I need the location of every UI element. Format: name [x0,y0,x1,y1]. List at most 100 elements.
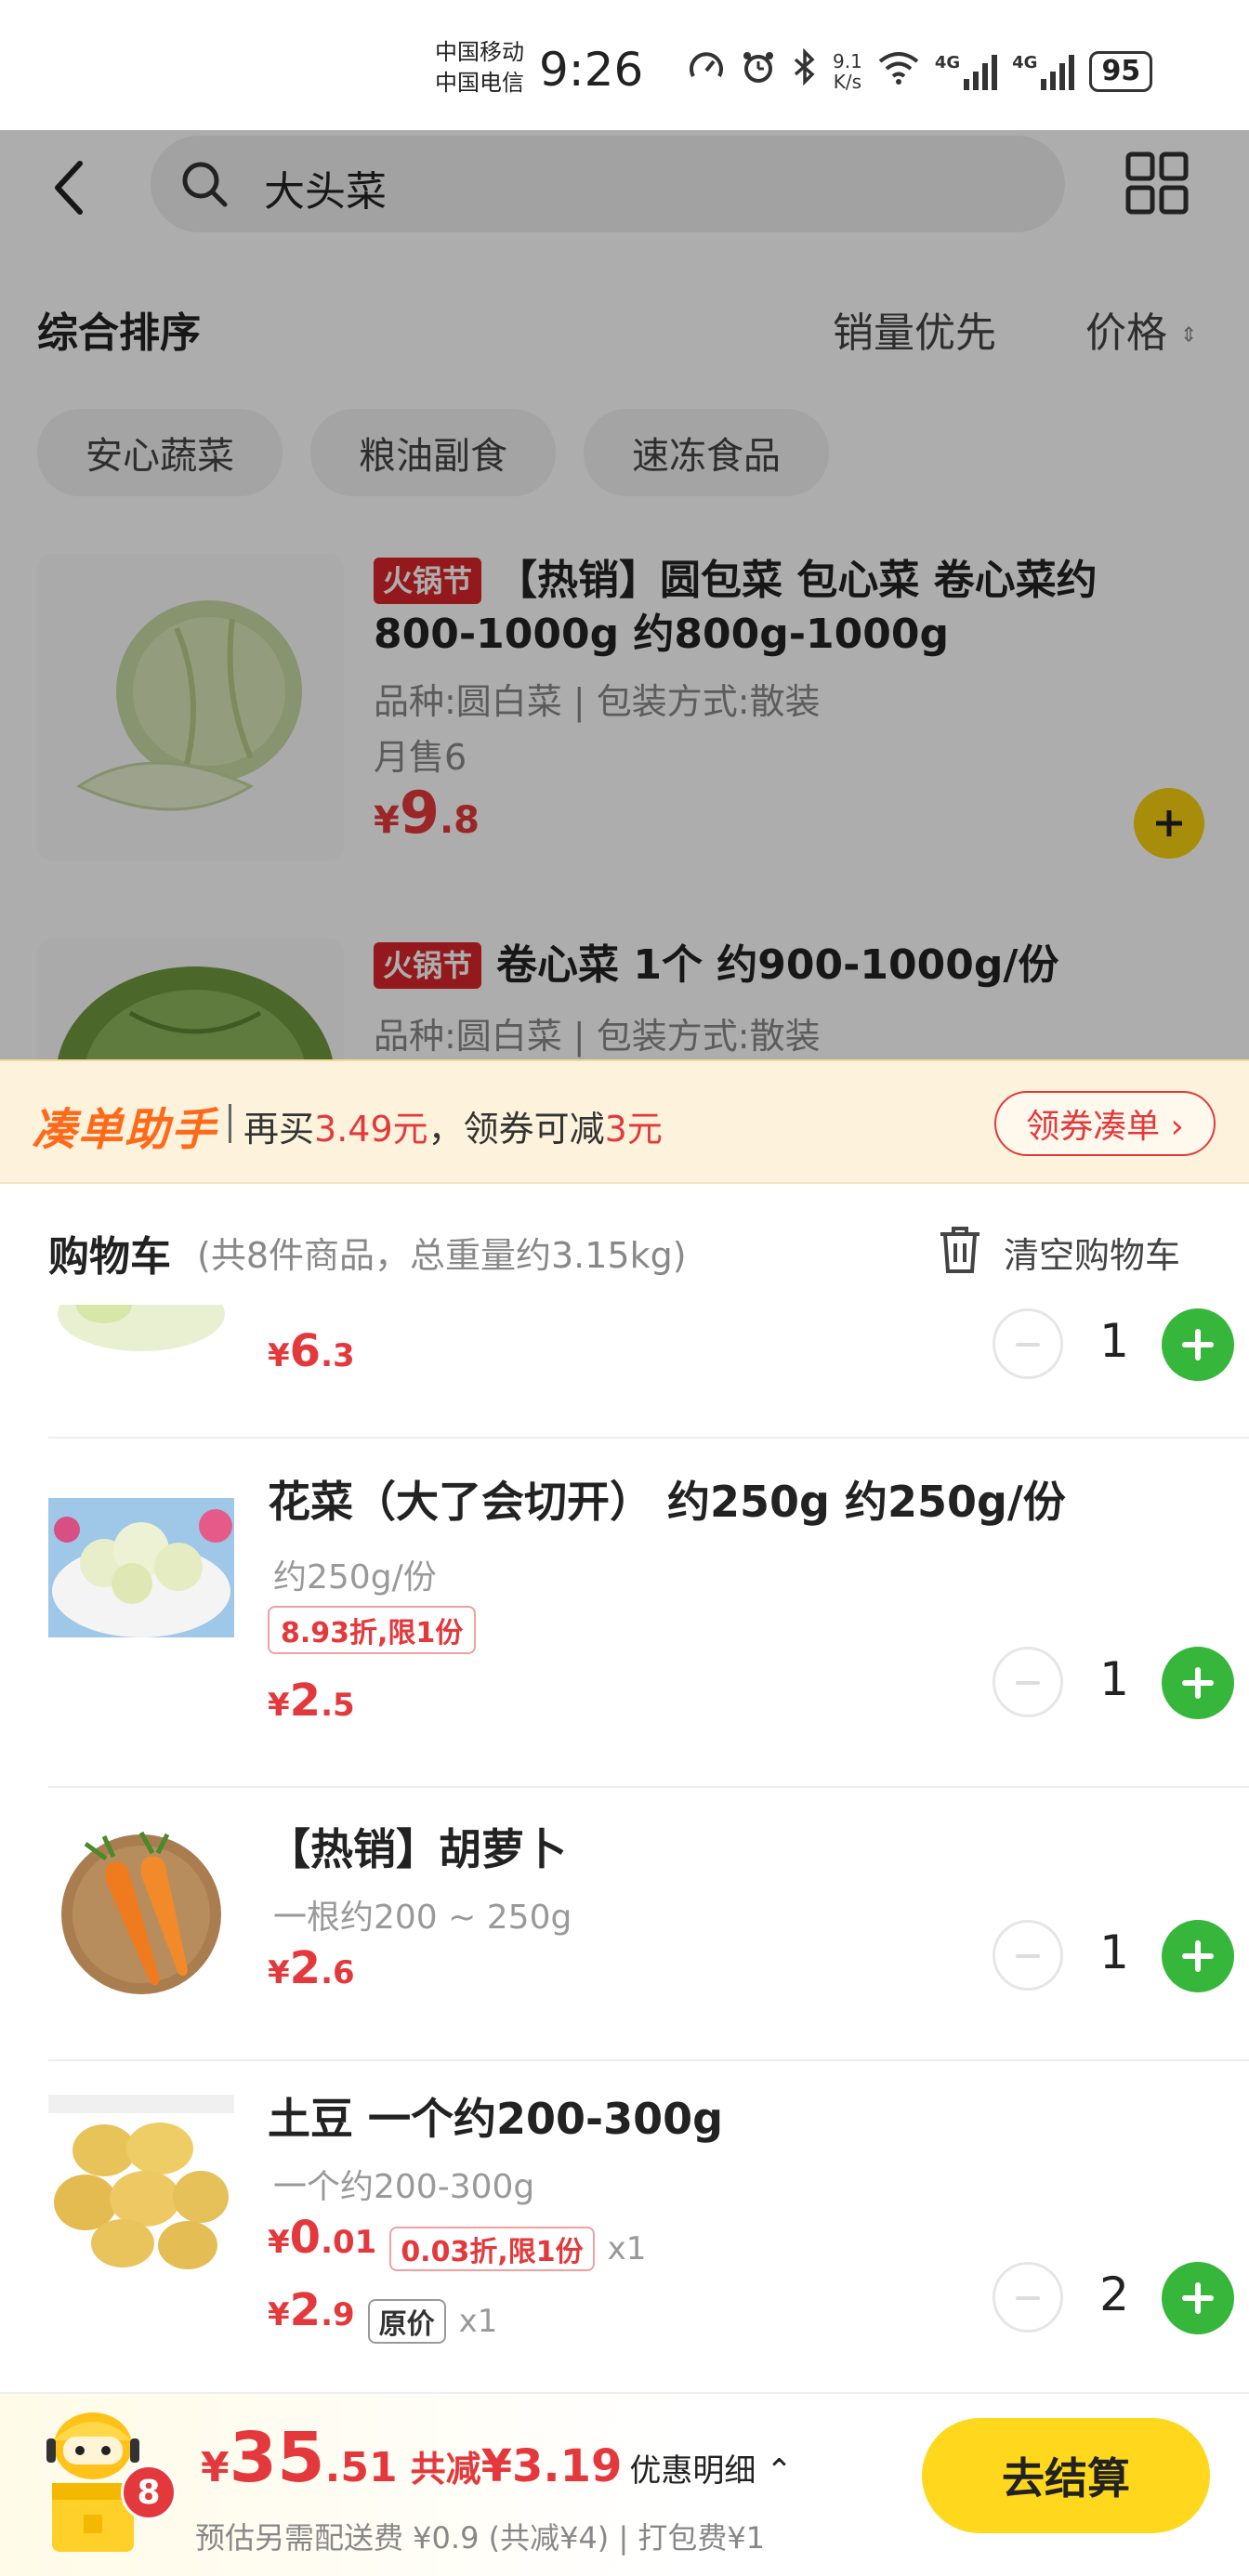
cart-item-original-price: ¥2.9 原价 x1 [268,2284,497,2344]
helper-text-b: ，领券可减 [427,1109,605,1150]
total-integer: 35 [229,2418,325,2498]
status-bar: 中国移动 中国电信 9:26 9.1 K/s 4G 4G 95 [0,0,1249,130]
cart-item-image[interactable] [48,1470,234,1656]
decrease-button[interactable] [993,1308,1063,1379]
cart-item: ¥6.3 1 [0,1305,1249,1422]
total-decimal: .51 [324,2444,398,2491]
savings-amount: ¥3.19 [480,2440,623,2492]
signal-label-2: 4G [1012,52,1038,72]
helper-text-a: 再买 [243,1109,315,1150]
cart-item-spec: 一个约200-300g [273,2168,535,2206]
cart-summary: (共8件商品，总重量约3.15kg) [197,1235,687,1276]
order-helper-banner: 凑单助手 再买3.49元，领券可减3元 领券凑单 › [0,1059,1249,1184]
checkout-bar: 8 ¥35.51 共减¥3.19 优惠明细 ⌃ 预估另需配送费 ¥0.9 (共减¥4… [0,2392,1249,2576]
cart-item-name: 花菜（大了会切开） 约250g 约250g/份 [268,1477,1066,1527]
speedometer-icon [688,48,725,94]
price-decimal: .01 [321,2224,377,2261]
helper-amount: 3.49元 [314,1109,428,1150]
delivery-fee-line: 预估另需配送费 ¥0.9 (共减¥4) | 打包费¥1 [195,2520,766,2556]
carrier-labels: 中国移动 中国电信 [435,37,524,99]
dim-overlay[interactable] [0,130,1249,1059]
cart-items-list[interactable]: ¥6.3 1 花菜（大了会切开） 约250g 约250g/份 约250g/份 8… [0,1305,1249,2392]
price-decimal: .9 [321,2296,355,2333]
wifi-icon [877,48,920,94]
signal-label-1: 4G [934,52,961,72]
quantity-stepper: 2 [993,2262,1234,2334]
decrease-button[interactable] [993,1920,1063,1991]
discount-detail-label: 优惠明细 [629,2452,756,2490]
net-speed: 9.1 K/s [833,51,862,92]
original-quantity: x1 [458,2302,498,2340]
net-speed-unit: K/s [833,70,862,93]
savings-label: 共减 [410,2449,481,2490]
discount-quantity: x1 [607,2229,647,2267]
cart-item-image[interactable] [48,1825,234,2011]
quantity-stepper: 1 [993,1920,1234,1992]
net-speed-value: 9.1 [833,49,862,72]
discount-badge: 0.03折,限1份 [389,2226,595,2271]
decrease-button[interactable] [993,1647,1063,1717]
price-currency: ¥ [268,1954,290,1991]
cart-item-spec: 一根约200 ~ 250g [273,1899,572,1937]
carrier-2: 中国电信 [435,70,524,96]
price-integer: 2 [289,2284,322,2336]
cart-panel: 购物车 (共8件商品，总重量约3.15kg) 清空购物车 ¥6.3 1 花菜（大… [0,1184,1249,2392]
increase-button[interactable] [1162,1647,1234,1719]
price-integer: 2 [289,1942,322,1994]
cart-header: 购物车 (共8件商品，总重量约3.15kg) 清空购物车 [0,1184,1249,1305]
cart-item-price: ¥2.6 [268,1942,355,1994]
bluetooth-icon [792,47,818,94]
checkout-button[interactable]: 去结算 [922,2418,1210,2533]
price-currency: ¥ [268,2224,290,2261]
increase-button[interactable] [1162,1920,1234,1992]
price-integer: 0 [289,2212,322,2264]
cart-item-name: 【热销】胡萝卜 [268,1824,567,1874]
get-coupon-button[interactable]: 领券凑单 › [994,1091,1216,1156]
cart-item: 土豆 一个约200-300g 一个约200-300g ¥0.01 0.03折,限1… [0,2061,1249,2392]
battery-indicator: 95 [1089,50,1153,92]
cart-title: 购物车 [48,1233,171,1281]
cart-item-discount-price: ¥0.01 0.03折,限1份 x1 [268,2212,646,2271]
signal-icon-1: 4G [934,52,998,90]
quantity-value: 1 [1099,1314,1129,1368]
carrier-1: 中国移动 [435,39,524,65]
quantity-value: 2 [1099,2267,1129,2321]
quantity-stepper: 1 [993,1647,1234,1719]
helper-logo: 凑单助手 [32,1104,218,1156]
clear-cart-button[interactable]: 清空购物车 [1004,1227,1180,1278]
discount-detail-link[interactable]: 优惠明细 ⌃ [629,2452,792,2490]
price-integer: 2 [289,1675,322,1727]
price-decimal: .6 [321,1954,355,1991]
signal-icon-2: 4G [1012,52,1075,90]
helper-message: 再买3.49元，领券可减3元 [243,1100,663,1151]
cart-item-image[interactable] [48,1305,234,1360]
cart-item-spec: 约250g/份 [273,1558,437,1597]
original-price-badge: 原价 [367,2298,446,2344]
chevron-up-icon: ⌃ [756,2452,793,2490]
cart-item-image[interactable] [48,2095,234,2280]
decrease-button[interactable] [993,2262,1063,2333]
quantity-stepper: 1 [993,1308,1234,1381]
price-decimal: .5 [321,1687,355,1724]
trash-icon[interactable] [937,1225,983,1275]
discount-badge: 8.93折,限1份 [268,1606,477,1654]
status-icons: 9.1 K/s 4G 4G 95 [688,47,1153,94]
quantity-value: 1 [1099,1925,1129,1979]
alarm-icon [740,48,777,94]
cart-item: 【热销】胡萝卜 一根约200 ~ 250g ¥2.6 1 [0,1788,1249,2059]
total-price: ¥35.51 共减¥3.19 优惠明细 ⌃ [201,2418,793,2498]
total-currency: ¥ [201,2444,230,2491]
quantity-value: 1 [1099,1652,1129,1706]
clock: 9:26 [539,43,644,97]
cart-item-price: ¥2.5 [268,1675,355,1727]
price-currency: ¥ [268,1687,290,1724]
price-decimal: .3 [321,1337,355,1374]
cart-count-badge: 8 [121,2464,177,2520]
helper-discount: 3元 [604,1109,663,1150]
price-currency: ¥ [268,1337,290,1374]
increase-button[interactable] [1162,2262,1234,2334]
increase-button[interactable] [1162,1308,1234,1381]
helper-divider [229,1104,231,1143]
cart-item: 花菜（大了会切开） 约250g 约250g/份 约250g/份 8.93折,限1… [0,1439,1249,1786]
cart-item-name: 土豆 一个约200-300g [268,2094,724,2144]
